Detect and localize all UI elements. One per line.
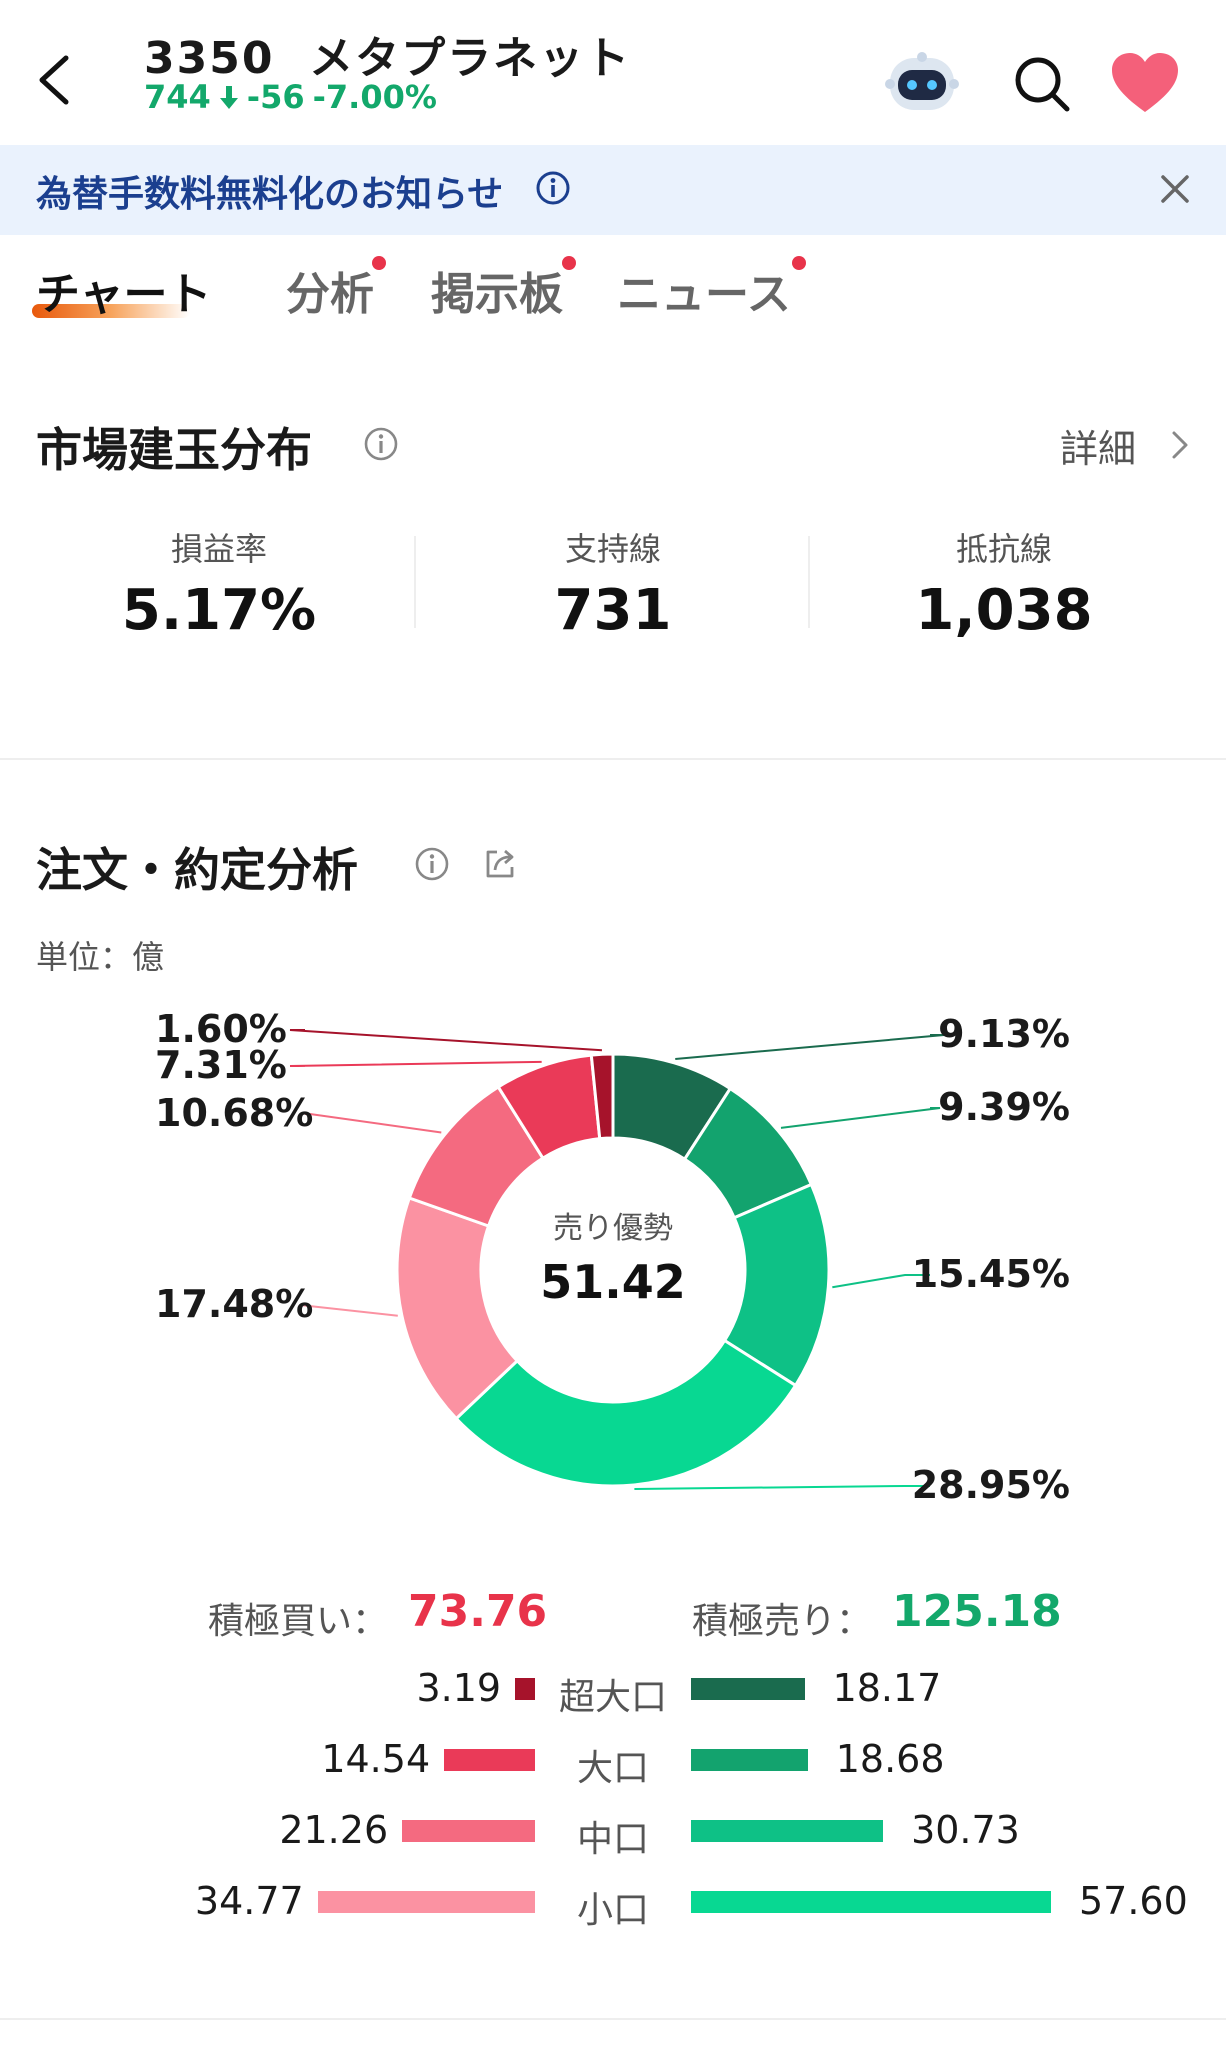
section-divider [0,2018,1226,2020]
size-category-label: 大口 [576,1748,649,1789]
market-position-title: 市場建玉分布 [36,423,312,477]
detail-link[interactable]: 詳細 [1060,418,1136,473]
leader-line-2 [780,1107,941,1129]
stat-label: 抵抗線 [955,530,1052,568]
sell-bar [691,1891,1051,1913]
unit-label: 単位：億 [36,938,165,976]
buy-total-value: 73.76 [408,1586,548,1637]
buy-bar [444,1749,535,1771]
donut-center-label: 売り優勢 [553,1211,673,1246]
buy-value: 34.77 [194,1879,304,1923]
section-divider [0,758,1226,760]
stat-divider [808,536,810,628]
tab-news[interactable]: ニュース [617,258,791,322]
buy-value: 14.54 [321,1737,431,1781]
stat-support-line: 支持線 731 [463,524,763,643]
size-category-label: 超大口 [558,1677,667,1718]
slice-pct-label: 15.45% [912,1252,1070,1296]
buy-total-label: 積極買い： [208,1601,389,1642]
price-change: -56 [246,78,305,116]
buy-bar [317,1891,535,1913]
sell-bar [691,1678,805,1700]
buy-bar [402,1820,535,1842]
price-change-pct: -7.00% [312,78,437,116]
stat-divider [414,536,416,628]
info-icon[interactable] [535,170,571,206]
stock-price: 744 [144,78,211,116]
favorite-heart-icon[interactable] [1110,52,1180,114]
market-position-info-icon[interactable] [363,426,399,462]
sell-bar [691,1749,808,1771]
tab-analysis-notification-dot [372,256,386,270]
sell-bar [691,1820,884,1842]
notice-banner-text[interactable]: 為替手数料無料化のお知らせ [36,165,503,217]
stock-price-change: 744 -56 -7.00% [144,78,437,116]
stat-label: 支持線 [564,530,661,568]
tab-chart[interactable]: チャート [36,258,212,322]
size-category-label: 小口 [576,1890,649,1931]
leader-line-4 [634,1485,930,1490]
stock-title: 3350 メタプラネット [144,22,631,86]
buy-value: 21.26 [279,1808,389,1852]
stat-label: 損益率 [170,530,267,568]
stock-name: メタプラネット [309,33,632,84]
stat-resistance-line: 抵抗線 1,038 [854,524,1154,643]
sell-total-value: 125.18 [892,1586,1062,1637]
leader-line-6 [305,1113,442,1134]
leader-line-7 [289,1060,542,1067]
search-icon[interactable] [1012,54,1072,114]
slice-pct-label: 10.68% [155,1091,313,1135]
stock-code: 3350 [144,33,275,84]
robot-assistant-icon[interactable] [884,48,960,116]
leader-line-1 [675,1034,945,1060]
order-analysis-info-icon[interactable] [414,846,450,882]
tab-analysis[interactable]: 分析 [286,258,374,322]
slice-pct-label: 17.48% [155,1282,313,1326]
back-arrow-icon[interactable] [30,50,90,110]
donut-center-value: 51.42 [540,1255,686,1309]
sell-value: 18.68 [835,1737,945,1781]
tab-news-notification-dot [792,256,806,270]
stat-pnl-rate: 損益率 5.17% [69,524,369,643]
sell-total-label: 積極売り： [692,1601,873,1642]
share-icon[interactable] [482,846,518,882]
leader-line-8 [289,1029,603,1052]
buy-bar [515,1678,535,1700]
stat-value: 731 [554,578,672,643]
down-arrow-icon [219,86,238,109]
slice-pct-label: 28.95% [912,1463,1070,1507]
stat-value: 5.17% [121,578,317,643]
sell-value: 18.17 [832,1666,942,1710]
order-donut-chart: 9.13%9.39%15.45%28.95%17.48%10.68%7.31%1… [155,1007,1070,1507]
sell-value: 30.73 [911,1808,1020,1852]
tab-board-notification-dot [562,256,576,270]
slice-pct-label: 9.39% [938,1085,1070,1129]
sell-value: 57.60 [1079,1879,1188,1923]
tab-board[interactable]: 掲示板 [431,258,563,322]
chevron-right-icon[interactable] [1168,428,1192,462]
slice-pct-label: 1.60% [155,1007,287,1051]
leader-line-5 [299,1304,398,1317]
slice-pct-label: 9.13% [938,1012,1070,1056]
stat-value: 1,038 [915,578,1093,643]
order-analysis-title: 注文・約定分析 [36,843,358,897]
size-category-label: 中口 [576,1819,649,1860]
close-icon[interactable] [1158,172,1192,206]
buy-value: 3.19 [416,1666,502,1710]
